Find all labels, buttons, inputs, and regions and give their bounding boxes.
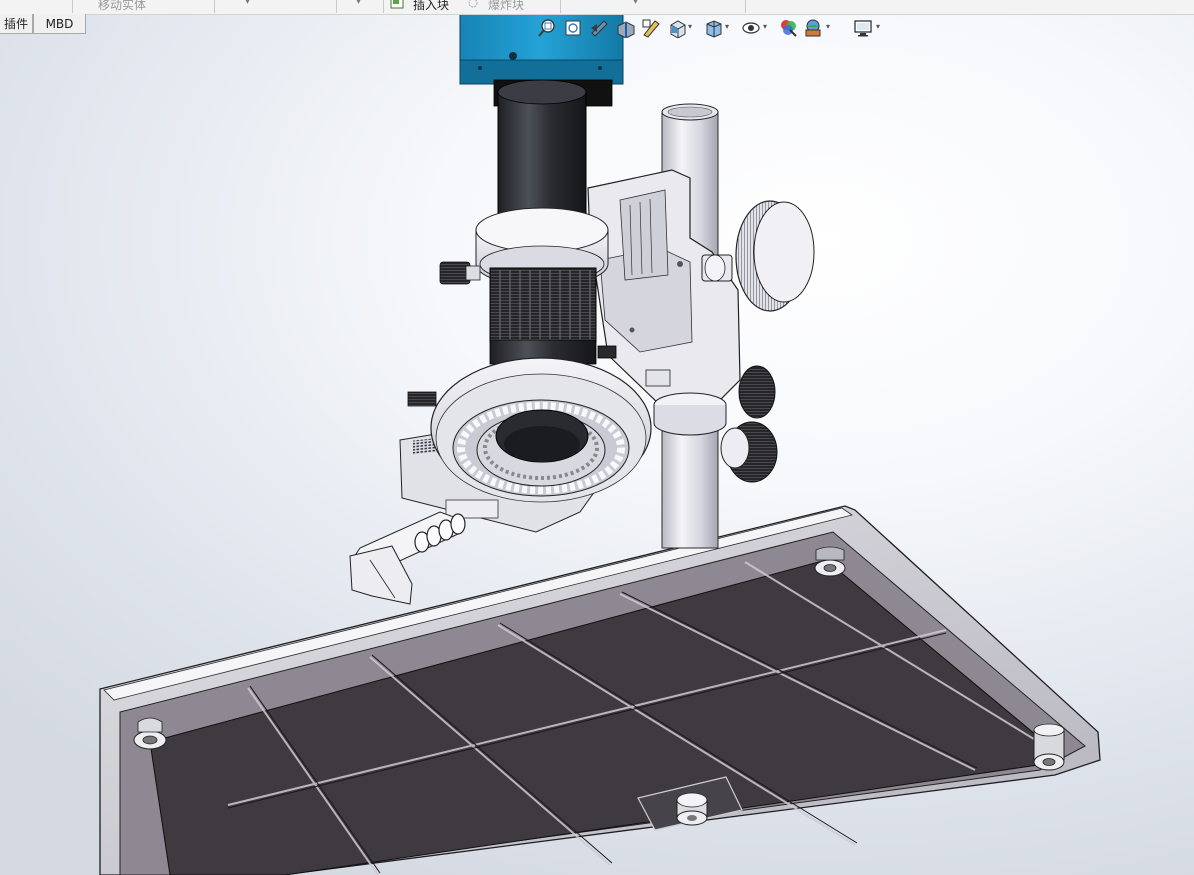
dropdown-arrow-icon[interactable]: ▾ [633, 0, 638, 7]
view-settings-icon[interactable] [852, 16, 874, 40]
rubber-foot-right[interactable] [1033, 723, 1065, 771]
insert-block-icon[interactable] [390, 0, 404, 9]
view-settings-dropdown-icon[interactable]: ▾ [876, 22, 880, 31]
separator [560, 0, 561, 13]
power-cable[interactable] [349, 511, 466, 605]
display-style-dropdown-icon[interactable]: ▾ [725, 22, 729, 31]
tab-mbd[interactable]: MBD [33, 14, 86, 34]
rubber-foot-center[interactable] [676, 792, 708, 826]
view-orientation-dropdown-icon[interactable]: ▾ [688, 22, 692, 31]
base-plate[interactable] [99, 505, 1101, 875]
zoom-to-area-icon[interactable] [562, 16, 584, 40]
apply-scene-dropdown-icon[interactable]: ▾ [826, 22, 830, 31]
separator [745, 0, 746, 13]
section-view-icon[interactable] [614, 16, 636, 40]
move-body-button[interactable]: 移动实体 [98, 0, 146, 13]
separator [336, 0, 337, 13]
previous-view-icon[interactable] [588, 16, 610, 40]
hide-show-items-icon[interactable] [740, 16, 762, 40]
separator [72, 0, 73, 13]
graphics-viewport[interactable] [0, 0, 1194, 875]
explode-block-button[interactable]: 爆炸块 [488, 0, 524, 13]
microscope-model[interactable] [0, 0, 1194, 875]
dropdown-arrow-icon[interactable]: ▾ [245, 0, 250, 7]
objective-lens[interactable] [439, 79, 617, 365]
dropdown-arrow-icon[interactable]: ▾ [356, 0, 361, 7]
insert-block-button[interactable]: 插入块 [413, 0, 449, 13]
explode-block-icon[interactable] [466, 0, 480, 9]
edit-appearance-icon[interactable] [777, 16, 799, 40]
tab-addins[interactable]: 插件 [0, 14, 33, 34]
ring-light[interactable] [399, 357, 652, 533]
zoom-to-fit-icon[interactable] [536, 16, 558, 40]
display-style-icon[interactable] [702, 16, 724, 40]
hide-show-dropdown-icon[interactable]: ▾ [763, 22, 767, 31]
separator [383, 0, 384, 13]
commandmanager-strip: 移动实体 ▾ ▾ 插入块 爆炸块 ▾ [0, 0, 1194, 15]
heads-up-view-toolbar: ▾ ▾ ▾ ▾ ▾ [530, 16, 892, 40]
separator [214, 0, 215, 13]
view-orientation-icon[interactable] [666, 16, 688, 40]
apply-scene-icon[interactable] [802, 16, 824, 40]
dynamic-annotation-icon[interactable] [640, 16, 662, 40]
rubber-foot-left[interactable] [133, 717, 167, 750]
